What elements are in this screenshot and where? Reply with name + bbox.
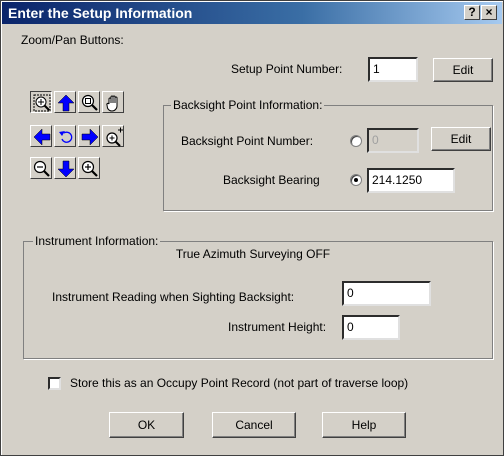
backsight-group [163,105,493,211]
setup-point-label: Setup Point Number: [231,62,343,76]
close-icon: × [485,5,493,19]
occupy-point-checkbox[interactable] [48,377,61,390]
backsight-point-input[interactable]: 0 [367,128,419,153]
zoom-in-button[interactable] [78,157,100,179]
occupy-point-label: Store this as an Occupy Point Record (no… [70,376,409,390]
title-bar: Enter the Setup Information ? × [2,2,502,24]
ok-button[interactable]: OK [109,412,184,438]
setup-point-edit-button[interactable]: Edit [433,58,493,82]
backsight-point-edit-button[interactable]: Edit [431,127,491,151]
pan-down-button[interactable] [54,157,76,179]
close-button[interactable]: × [481,5,497,20]
zoom-in-icon [81,160,98,177]
pan-right-button[interactable] [78,125,100,147]
backsight-point-edit-label: Edit [450,132,472,146]
backsight-bearing-radio[interactable] [350,174,362,186]
help-title-button[interactable]: ? [464,5,480,20]
window-title: Enter the Setup Information [8,5,193,21]
instrument-height-input[interactable]: 0 [342,315,400,340]
backsight-bearing-label: Backsight Bearing [223,173,320,187]
backsight-point-radio[interactable] [350,135,362,147]
zoom-extents-icon [33,94,51,112]
zoom-extents-button[interactable] [30,91,52,113]
instrument-reading-label: Instrument Reading when Sighting Backsig… [52,290,295,304]
backsight-point-label: Backsight Point Number: [181,134,314,148]
help-label: Help [351,418,377,432]
hand-pan-button[interactable] [102,91,124,113]
pan-up-icon [57,94,75,112]
setup-point-input[interactable]: 1 [368,57,418,82]
backsight-group-label: Backsight Point Information: [171,98,325,112]
cancel-label: Cancel [235,418,273,432]
undo-view-icon [59,131,73,143]
pan-down-icon [57,160,75,178]
hand-pan-icon [106,95,118,112]
zoom-in-plus-button[interactable] [102,125,124,147]
pan-right-icon [81,128,99,146]
ok-label: OK [137,418,156,432]
setup-dialog: Enter the Setup Information ? × Zoom/Pan… [0,0,504,456]
zoom-out-icon [33,160,50,177]
true-azimuth-status: True Azimuth Surveying OFF [175,247,331,261]
pan-left-icon [33,128,51,146]
help-button[interactable]: Help [322,412,406,438]
zoom-window-button[interactable] [78,91,100,113]
setup-point-edit-label: Edit [452,63,474,77]
cancel-button[interactable]: Cancel [212,412,296,438]
pan-up-button[interactable] [54,91,76,113]
zoom-pan-label: Zoom/Pan Buttons: [21,33,124,47]
instrument-reading-input[interactable]: 0 [342,281,431,306]
pan-left-button[interactable] [30,125,52,147]
undo-view-button[interactable] [54,125,76,147]
instrument-height-label: Instrument Height: [228,320,327,334]
backsight-bearing-input[interactable]: 214.1250 [367,168,455,193]
instrument-group-label: Instrument Information: [33,234,161,248]
zoom-out-button[interactable] [30,157,52,179]
zoom-in-plus-icon [106,127,123,147]
zoom-window-icon [81,94,98,111]
question-icon: ? [468,5,476,19]
